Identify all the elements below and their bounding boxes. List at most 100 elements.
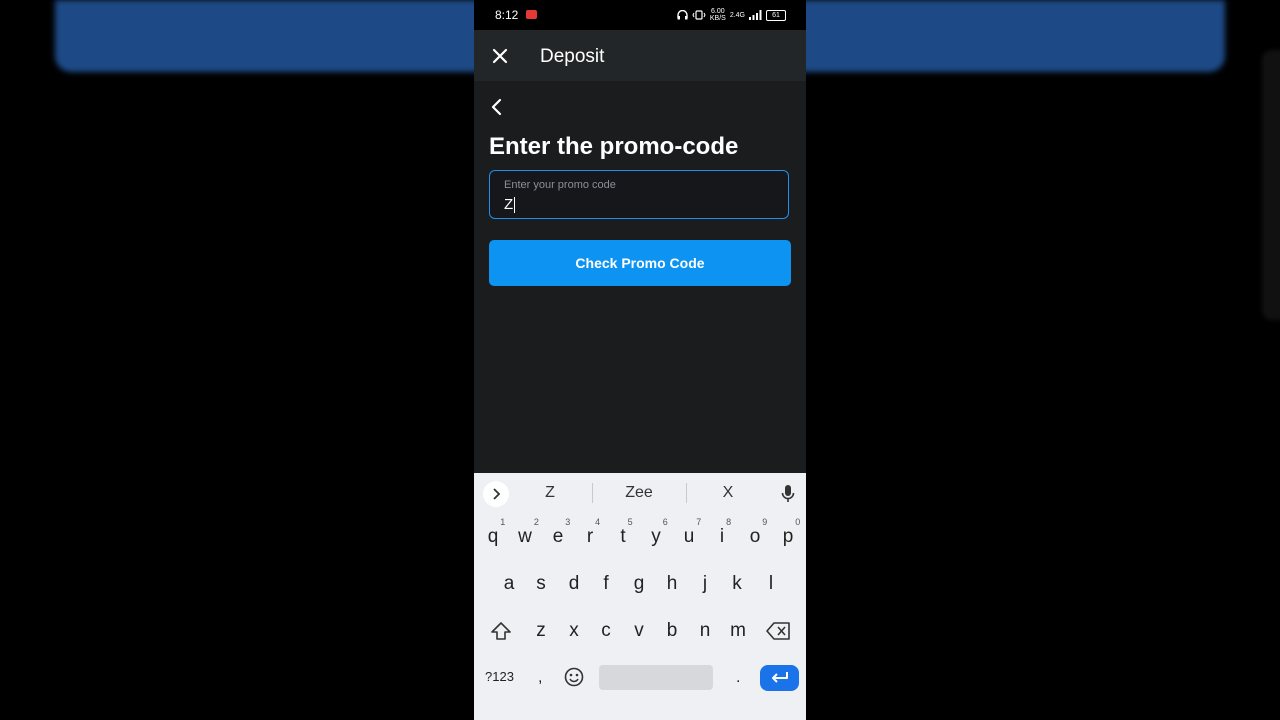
- check-promo-code-button[interactable]: Check Promo Code: [489, 240, 791, 286]
- promo-code-label: Enter your promo code: [504, 179, 616, 191]
- key-label: f: [603, 573, 609, 594]
- status-bar: 8:12 6.00 KB/S 2.4G 61: [474, 0, 806, 30]
- net-speed-unit: KB/S: [709, 15, 726, 22]
- background-panel: [1262, 50, 1280, 320]
- key-hint: 9: [762, 517, 768, 527]
- chevron-right-icon[interactable]: [483, 481, 509, 507]
- key-n[interactable]: n: [700, 620, 711, 642]
- key-v[interactable]: v: [634, 620, 644, 642]
- key-label: h: [666, 573, 678, 594]
- battery-icon: 61: [766, 9, 786, 21]
- text-caret: [514, 197, 516, 214]
- promo-code-input[interactable]: Enter your promo code Z: [489, 170, 789, 219]
- key-i[interactable]: i8: [720, 517, 731, 548]
- key-s[interactable]: s: [536, 573, 546, 595]
- suggestion-3[interactable]: X: [723, 484, 734, 502]
- key-label: k: [732, 573, 742, 594]
- net-speed: 6.00 KB/S: [710, 8, 726, 22]
- key-label: w: [518, 526, 532, 547]
- key-hint: 7: [696, 517, 702, 527]
- key-hint: 5: [627, 517, 633, 527]
- key-f[interactable]: f: [603, 573, 608, 595]
- vibrate-icon: [692, 10, 706, 20]
- page-heading: Enter the promo-code: [489, 133, 739, 160]
- key-a[interactable]: a: [504, 573, 515, 595]
- key-label: j: [702, 573, 708, 594]
- key-k[interactable]: k: [732, 573, 742, 595]
- key-y[interactable]: y6: [651, 517, 668, 548]
- key-label: g: [633, 573, 645, 594]
- shift-icon[interactable]: [490, 621, 512, 641]
- phone-screen: 8:12 6.00 KB/S 2.4G 61 Deposit Enter the…: [474, 0, 806, 720]
- key-label: d: [568, 573, 580, 594]
- key-l[interactable]: l: [769, 573, 773, 595]
- suggestion-divider: [592, 483, 593, 503]
- key-label: q: [487, 526, 499, 547]
- key-g[interactable]: g: [634, 573, 645, 595]
- enter-icon: [771, 672, 788, 683]
- emoji-icon[interactable]: [564, 667, 584, 687]
- key-u[interactable]: u7: [683, 517, 702, 548]
- key-r[interactable]: r4: [586, 517, 600, 548]
- key-h[interactable]: h: [667, 573, 678, 595]
- key-label: u: [683, 526, 695, 547]
- key-hint: 4: [595, 517, 601, 527]
- key-q[interactable]: q1: [487, 517, 506, 548]
- signal-icon: [749, 10, 762, 20]
- key-x[interactable]: x: [569, 620, 579, 642]
- symbols-key[interactable]: ?123: [485, 669, 514, 684]
- headphones-icon: [677, 10, 688, 20]
- suggestion-1[interactable]: Z: [545, 484, 555, 502]
- status-icons: 6.00 KB/S 2.4G 61: [677, 8, 786, 22]
- backspace-icon[interactable]: [766, 622, 791, 640]
- key-label: v: [634, 620, 644, 641]
- comma-key[interactable]: ,: [538, 669, 542, 687]
- key-hint: 1: [500, 517, 506, 527]
- key-b[interactable]: b: [667, 620, 678, 642]
- key-z[interactable]: z: [536, 620, 546, 642]
- onscreen-keyboard: Z Zee X q1 w2 e3 r4 t5 y6 u7 i8 o9 p0 as d f gh j k l z…: [474, 473, 806, 720]
- key-label: c: [601, 620, 611, 641]
- key-label: p: [782, 526, 794, 547]
- net-speed-value: 6.00: [711, 8, 725, 15]
- key-d[interactable]: d: [569, 573, 580, 595]
- key-label: x: [569, 620, 579, 641]
- key-label: s: [536, 573, 546, 594]
- key-label: z: [536, 620, 546, 641]
- key-label: e: [552, 526, 564, 547]
- space-key[interactable]: [599, 665, 713, 690]
- enter-key[interactable]: [760, 665, 799, 691]
- key-label: n: [699, 620, 711, 641]
- key-e[interactable]: e3: [552, 517, 571, 548]
- status-time: 8:12: [495, 8, 519, 22]
- key-hint: 8: [726, 517, 732, 527]
- period-key[interactable]: .: [736, 669, 740, 687]
- app-bar: Deposit: [474, 30, 806, 81]
- close-icon[interactable]: [490, 46, 510, 66]
- promo-content: Enter the promo-code Enter your promo co…: [474, 81, 806, 473]
- suggestion-divider: [686, 483, 687, 503]
- promo-code-value[interactable]: Z: [504, 196, 516, 214]
- key-hint: 0: [795, 517, 801, 527]
- key-label: o: [749, 526, 761, 547]
- network-type: 2.4G: [729, 11, 745, 19]
- appbar-title: Deposit: [540, 46, 605, 67]
- key-o[interactable]: o9: [749, 517, 768, 548]
- suggestion-2[interactable]: Zee: [625, 484, 653, 502]
- key-j[interactable]: j: [703, 573, 707, 595]
- key-t[interactable]: t5: [620, 517, 632, 548]
- key-hint: 2: [533, 517, 539, 527]
- suggestion-bar: Z Zee X: [474, 473, 806, 513]
- screen-record-icon: [526, 10, 537, 19]
- key-p[interactable]: p0: [782, 517, 801, 548]
- key-label: m: [730, 620, 746, 641]
- key-label: r: [586, 526, 594, 547]
- promo-code-text: Z: [504, 196, 514, 213]
- key-hint: 6: [662, 517, 668, 527]
- key-label: l: [768, 573, 774, 594]
- key-m[interactable]: m: [730, 620, 746, 642]
- microphone-icon[interactable]: [781, 484, 795, 504]
- key-c[interactable]: c: [601, 620, 611, 642]
- back-arrow-icon[interactable]: [488, 97, 504, 117]
- key-w[interactable]: w2: [518, 517, 539, 548]
